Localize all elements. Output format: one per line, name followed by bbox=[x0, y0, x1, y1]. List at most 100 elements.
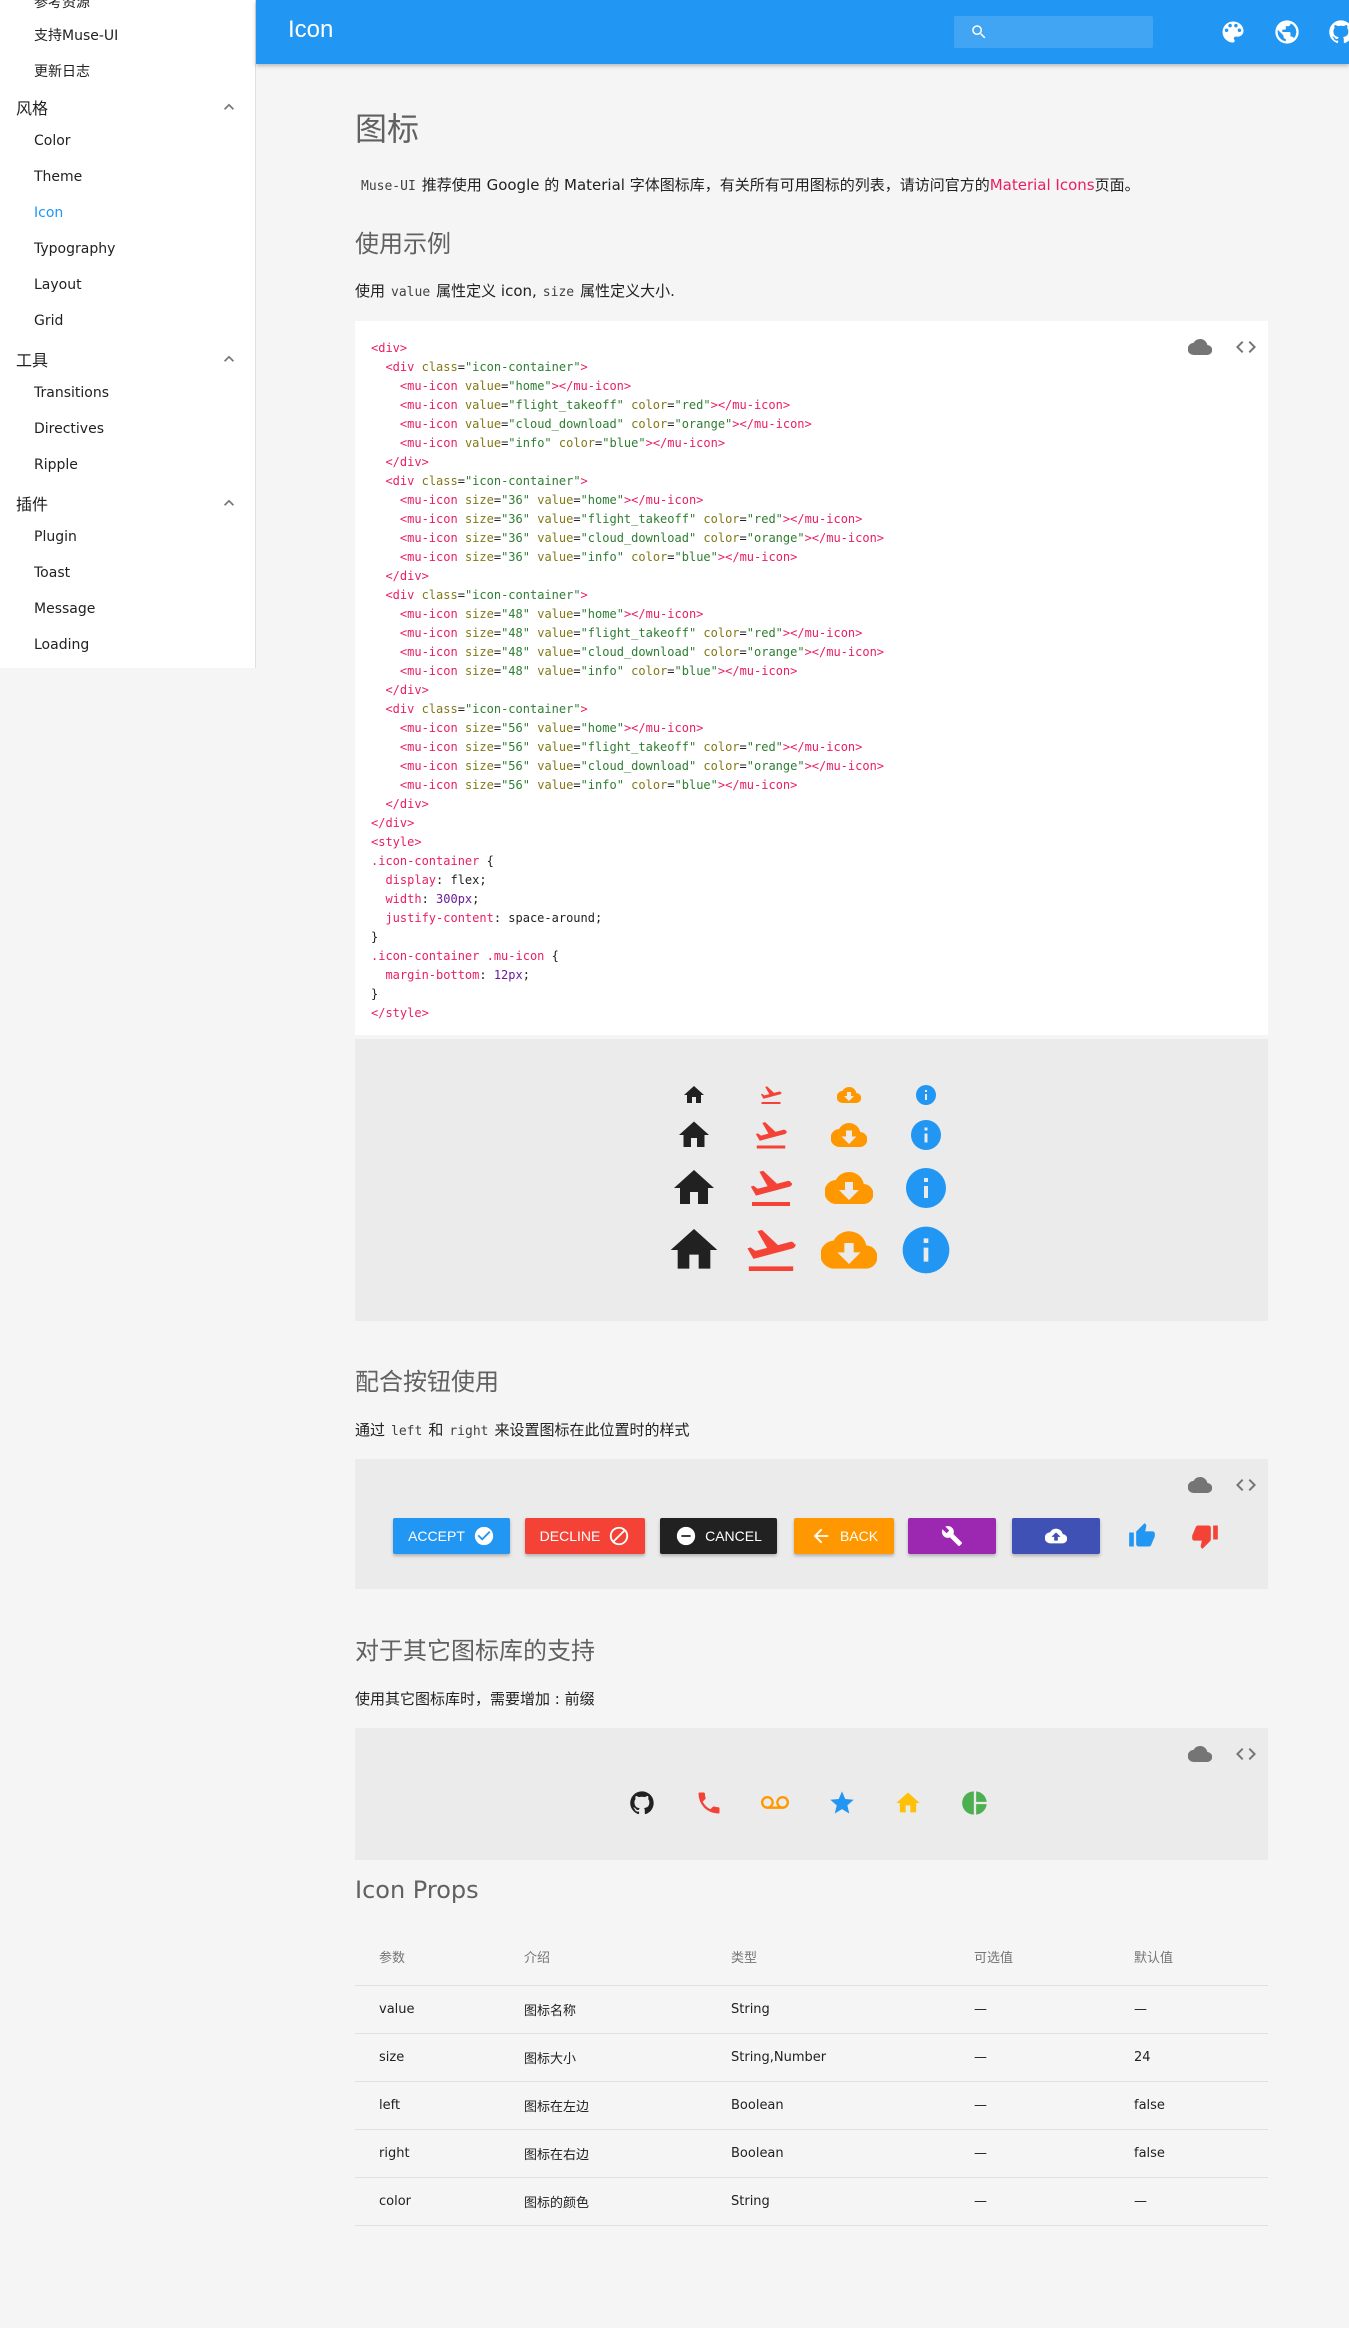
table-cell: 图标名称 bbox=[500, 1985, 707, 2034]
chevron-up-icon bbox=[224, 355, 234, 362]
sidebar-item-grid[interactable]: Grid bbox=[34, 313, 63, 329]
page-title: 图标 bbox=[355, 110, 420, 148]
buttons-code-right: right bbox=[449, 1424, 489, 1439]
example-paragraph: 使用 value 属性定义 icon, size 属性定义大小. bbox=[355, 280, 675, 301]
icon-row-48 bbox=[655, 1164, 965, 1212]
table-cell: right bbox=[355, 2129, 500, 2178]
section-title-example: 使用示例 bbox=[355, 230, 451, 258]
flight-takeoff-icon bbox=[761, 1086, 782, 1104]
table-header: 介绍 bbox=[500, 1929, 707, 1986]
search-box[interactable] bbox=[954, 16, 1153, 48]
table-cell: — bbox=[950, 1985, 1110, 2034]
table-cell: String bbox=[707, 1985, 950, 2034]
phone-icon bbox=[698, 1792, 720, 1814]
thumb-up-icon[interactable] bbox=[1128, 1522, 1156, 1550]
material-icons-link[interactable]: Material Icons bbox=[990, 176, 1095, 194]
sidebar-item-directives[interactable]: Directives bbox=[34, 421, 104, 437]
language-icon[interactable] bbox=[1273, 18, 1301, 46]
home-icon bbox=[683, 1086, 704, 1103]
sidebar-item-layout[interactable]: Layout bbox=[34, 277, 82, 293]
home-icon bbox=[678, 1121, 709, 1147]
table-cell: false bbox=[1110, 2129, 1268, 2178]
intro-paragraph: Muse-UI 推荐使用 Google 的 Material 字体图标库，有关所有… bbox=[355, 174, 1140, 195]
sidebar-item-color[interactable]: Color bbox=[34, 133, 71, 149]
sidebar-group-tools[interactable]: 工具 bbox=[16, 347, 239, 371]
accept-button[interactable]: ACCEPT bbox=[393, 1518, 510, 1554]
sidebar-item-toast[interactable]: Toast bbox=[34, 565, 70, 581]
voicemail-icon bbox=[761, 1796, 789, 1809]
search-input[interactable] bbox=[998, 20, 1143, 44]
sidebar: 参考资源 支持Muse-UI 更新日志 风格 Color Theme Icon … bbox=[0, 0, 256, 668]
sidebar-item-icon[interactable]: Icon bbox=[34, 205, 63, 221]
table-cell: Boolean bbox=[707, 2081, 950, 2130]
chevron-up-icon bbox=[224, 499, 234, 506]
cloud-download-icon bbox=[824, 1171, 873, 1205]
buttons-mid: 和 bbox=[428, 1421, 444, 1439]
sidebar-item-message[interactable]: Message bbox=[34, 601, 95, 617]
remove-circle-icon bbox=[676, 1526, 696, 1546]
icon-row-56 bbox=[655, 1222, 965, 1278]
code-icon[interactable] bbox=[1234, 1742, 1258, 1766]
sidebar-group-plugins[interactable]: 插件 bbox=[16, 491, 239, 515]
code-icon[interactable] bbox=[1234, 1473, 1258, 1497]
sidebar-item-transitions[interactable]: Transitions bbox=[34, 385, 109, 401]
sidebar-item-changelog[interactable]: 更新日志 bbox=[34, 61, 90, 81]
sidebar-item-typography[interactable]: Typography bbox=[34, 241, 115, 257]
appbar: Icon bbox=[256, 0, 1349, 64]
sidebar-item-ripple[interactable]: Ripple bbox=[34, 457, 78, 473]
table-row: left 图标在左边 Boolean — false bbox=[355, 2081, 1268, 2130]
sidebar-item-loading[interactable]: Loading bbox=[34, 637, 89, 653]
cloud-download-icon bbox=[836, 1086, 861, 1104]
other-paragraph: 使用其它图标库时，需要增加 : 前缀 bbox=[355, 1690, 595, 1708]
intro-code: Muse-UI bbox=[361, 179, 416, 194]
props-table: 参数 介绍 类型 可选值 默认值 value 图标名称 String — — s… bbox=[355, 1929, 1268, 2226]
info-icon bbox=[911, 1120, 942, 1150]
table-row: value 图标名称 String — — bbox=[355, 1985, 1268, 2034]
table-cell: 图标的颜色 bbox=[500, 2177, 707, 2226]
info-icon bbox=[906, 1168, 947, 1208]
back-button[interactable]: BACK bbox=[794, 1518, 894, 1554]
table-row: right 图标在右边 Boolean — false bbox=[355, 2129, 1268, 2178]
build-button[interactable] bbox=[908, 1518, 996, 1554]
buttons-pre: 通过 bbox=[355, 1421, 386, 1439]
palette-icon[interactable] bbox=[1219, 18, 1247, 46]
sidebar-item-resources[interactable]: 参考资源 bbox=[34, 0, 90, 12]
example-code-value: value bbox=[391, 285, 431, 300]
sidebar-group-title: 工具 bbox=[16, 351, 49, 370]
sidebar-group-title: 风格 bbox=[16, 99, 49, 118]
home-icon bbox=[896, 1792, 920, 1813]
check-circle-icon bbox=[474, 1526, 494, 1546]
cloud-upload-button[interactable] bbox=[1012, 1518, 1100, 1554]
section-title-other: 对于其它图标库的支持 bbox=[355, 1637, 595, 1665]
sidebar-item-support[interactable]: 支持Muse-UI bbox=[34, 25, 118, 45]
cloud-icon[interactable] bbox=[1188, 1473, 1212, 1497]
github-icon[interactable] bbox=[1327, 18, 1349, 46]
cloud-icon[interactable] bbox=[1188, 335, 1212, 359]
cloud-download-icon bbox=[830, 1123, 867, 1148]
table-cell: String,Number bbox=[707, 2033, 950, 2082]
build-icon bbox=[941, 1526, 963, 1547]
sidebar-group-style[interactable]: 风格 bbox=[16, 95, 239, 119]
decline-button[interactable]: DECLINE bbox=[525, 1518, 645, 1554]
github-icon bbox=[630, 1791, 654, 1815]
table-cell: String bbox=[707, 2177, 950, 2226]
code-icon[interactable] bbox=[1234, 335, 1258, 359]
cancel-button[interactable]: CANCEL bbox=[660, 1518, 777, 1554]
code-toolbar bbox=[1188, 1473, 1258, 1497]
table-cell: color bbox=[355, 2177, 500, 2226]
sidebar-group-title: 插件 bbox=[16, 495, 49, 514]
sidebar-item-theme[interactable]: Theme bbox=[34, 169, 82, 185]
thumb-down-icon[interactable] bbox=[1191, 1522, 1219, 1550]
button-demo: ACCEPT DECLINE CANCEL BACK bbox=[355, 1459, 1268, 1589]
cloud-icon[interactable] bbox=[1188, 1742, 1212, 1766]
cancel-label: CANCEL bbox=[705, 1528, 762, 1544]
table-cell: 图标在右边 bbox=[500, 2129, 707, 2178]
cloud-download-icon bbox=[820, 1231, 877, 1269]
table-row: size 图标大小 String,Number — 24 bbox=[355, 2033, 1268, 2082]
sidebar-item-plugin[interactable]: Plugin bbox=[34, 529, 77, 545]
table-cell: — bbox=[1110, 2177, 1268, 2226]
section-title-buttons: 配合按钮使用 bbox=[355, 1368, 499, 1396]
table-cell: — bbox=[950, 2177, 1110, 2226]
buttons-post: 来设置图标在此位置时的样式 bbox=[494, 1421, 690, 1439]
icon-row-24 bbox=[655, 1083, 965, 1107]
